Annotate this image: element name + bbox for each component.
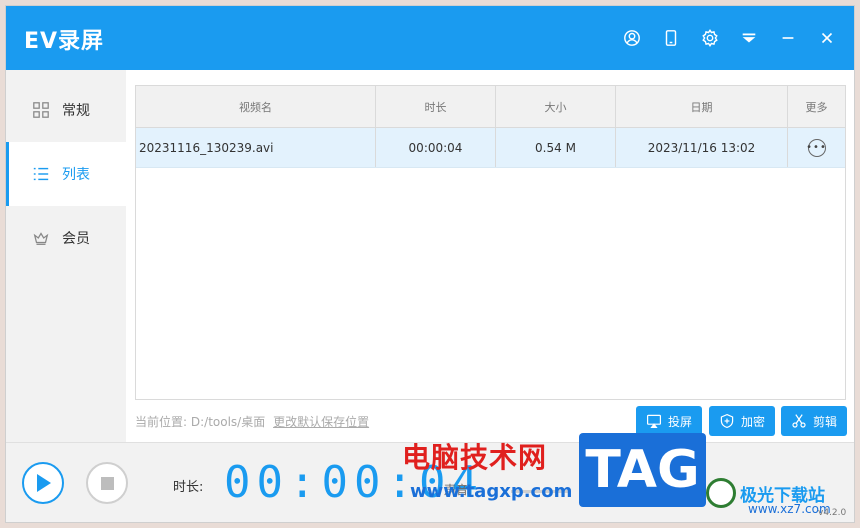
phone-icon[interactable] — [651, 24, 690, 52]
cast-icon — [646, 414, 661, 428]
title-bar: EV录屏 — [6, 6, 854, 70]
column-header-size[interactable]: 大小 — [496, 86, 616, 127]
app-title: EV录屏 — [24, 29, 105, 54]
watermark-url: www.tagxp.com — [410, 481, 573, 502]
duration-label: 时长: — [173, 480, 204, 495]
settings-icon[interactable] — [690, 24, 729, 52]
list-icon — [33, 167, 49, 181]
stop-icon — [100, 476, 114, 490]
watermark-site-name: 电脑技术网 — [402, 441, 548, 474]
sidebar-item-member[interactable]: 会员 — [6, 206, 126, 270]
minimize-icon[interactable] — [768, 24, 807, 52]
cell-file-name: 20231116_130239.avi — [136, 128, 376, 167]
table-header: 视频名 时长 大小 日期 更多 — [136, 86, 845, 128]
record-stop-button[interactable] — [86, 462, 128, 504]
cell-size: 0.54 M — [496, 128, 616, 167]
table-row[interactable]: 20231116_130239.avi 00:00:04 0.54 M 2023… — [136, 128, 845, 168]
skin-icon[interactable] — [729, 24, 768, 52]
play-icon — [37, 474, 51, 492]
column-header-name[interactable]: 视频名 — [136, 86, 376, 127]
sidebar-item-general[interactable]: 常规 — [6, 78, 126, 142]
path-value: D:/tools/桌面 — [190, 415, 266, 429]
path-label: 当前位置: — [135, 415, 188, 429]
sidebar: 常规 列表 会员 — [6, 70, 126, 442]
grid-icon — [33, 102, 49, 118]
column-header-date[interactable]: 日期 — [616, 86, 788, 127]
change-save-location-link[interactable]: 更改默认保存位置 — [273, 415, 369, 429]
logo-ball-icon — [706, 478, 736, 508]
record-start-button[interactable] — [22, 462, 64, 504]
scissors-icon — [792, 414, 806, 428]
edit-label: 剪辑 — [812, 414, 837, 429]
column-header-more: 更多 — [805, 100, 828, 114]
column-header-duration[interactable]: 时长 — [376, 86, 496, 127]
sidebar-item-label: 列表 — [62, 167, 90, 183]
recordings-table: 视频名 时长 大小 日期 更多 20231116_130239.avi 00:0… — [135, 85, 846, 400]
sidebar-item-label: 会员 — [62, 231, 90, 247]
crown-icon — [33, 232, 49, 245]
version-label: v4.2.0 — [818, 508, 847, 518]
cell-date: 2023/11/16 13:02 — [616, 128, 788, 167]
main-panel: 视频名 时长 大小 日期 更多 20231116_130239.avi 00:0… — [126, 70, 854, 442]
sidebar-item-list[interactable]: 列表 — [6, 142, 126, 206]
watermark-tag-logo: TAG — [579, 433, 706, 507]
encrypt-button[interactable]: 加密 — [709, 406, 775, 436]
sidebar-item-label: 常规 — [62, 103, 90, 119]
edit-button[interactable]: 剪辑 — [781, 406, 847, 436]
save-path-bar: 当前位置: D:/tools/桌面 更改默认保存位置 — [135, 413, 369, 430]
more-options-icon[interactable]: ••• — [806, 138, 826, 157]
user-icon[interactable] — [612, 24, 651, 52]
cell-more: ••• — [788, 128, 845, 167]
cast-button[interactable]: 投屏 — [636, 406, 702, 436]
titlebar-controls — [612, 24, 846, 52]
shield-icon — [720, 413, 734, 429]
close-icon[interactable] — [807, 24, 846, 52]
cell-duration: 00:00:04 — [376, 128, 496, 167]
cast-label: 投屏 — [667, 414, 692, 429]
encrypt-label: 加密 — [740, 414, 765, 429]
